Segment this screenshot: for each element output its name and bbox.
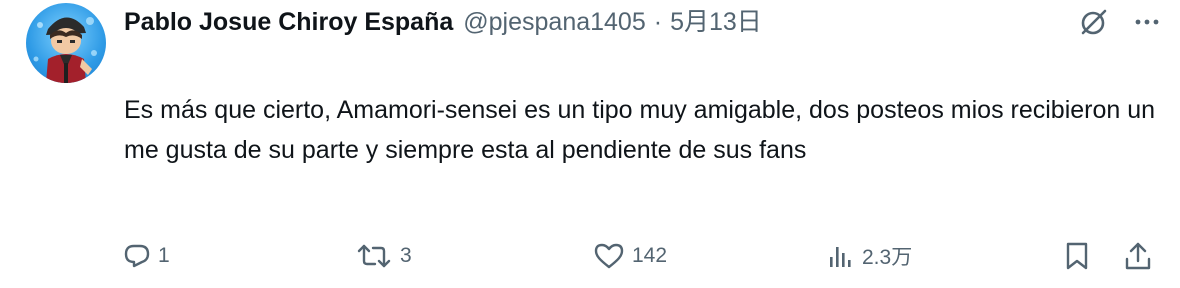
avatar[interactable]: [26, 3, 106, 83]
views-count: 2.3万: [862, 246, 913, 269]
tweet-header: Pablo Josue Chiroy España @pjespana1405 …: [124, 4, 762, 40]
retweet-button[interactable]: 3: [356, 236, 412, 276]
grok-icon[interactable]: [1078, 6, 1110, 38]
more-icon[interactable]: [1132, 7, 1162, 37]
reply-button[interactable]: 1: [124, 236, 170, 276]
action-bar: 1 3 142 2.3万: [0, 236, 1180, 276]
retweet-count: 3: [400, 244, 412, 267]
tweet-timestamp[interactable]: 5月13日: [670, 4, 762, 40]
like-count: 142: [632, 244, 668, 267]
bookmark-icon: [1066, 242, 1088, 270]
views-button[interactable]: 2.3万: [828, 236, 912, 276]
retweet-icon: [357, 244, 391, 268]
share-button[interactable]: [1124, 236, 1152, 276]
reply-icon: [124, 244, 150, 268]
tweet-text: Es más que cierto, Amamori-sensei es un …: [124, 96, 1162, 164]
reply-count: 1: [158, 244, 170, 267]
avatar-image: [33, 17, 97, 83]
top-actions: [1078, 4, 1162, 40]
author-display-name[interactable]: Pablo Josue Chiroy España: [124, 4, 453, 40]
share-icon: [1125, 242, 1151, 270]
heart-icon: [594, 243, 624, 269]
author-handle[interactable]: @pjespana1405: [463, 4, 645, 40]
separator-dot: ·: [653, 8, 663, 36]
views-icon: [830, 247, 851, 267]
tweet: Pablo Josue Chiroy España @pjespana1405 …: [0, 0, 1180, 288]
like-button[interactable]: 142: [594, 236, 667, 276]
bookmark-button[interactable]: [1064, 236, 1090, 276]
